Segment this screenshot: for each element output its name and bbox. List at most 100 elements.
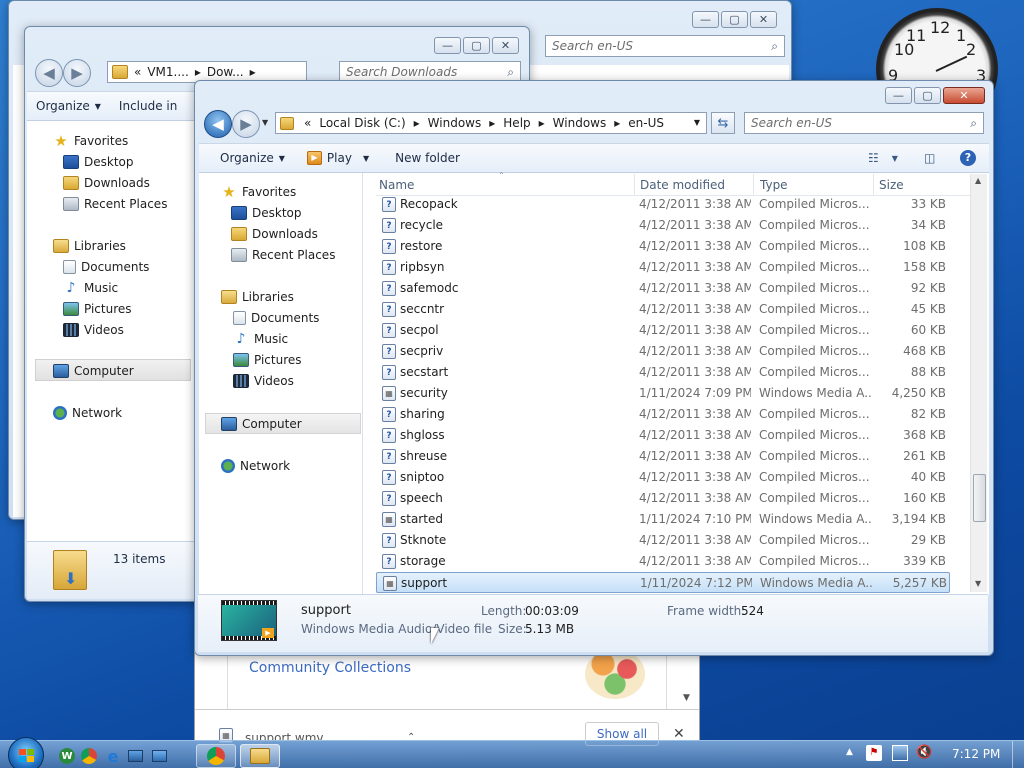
quicklaunch-wordpress-icon[interactable]: W (58, 744, 76, 768)
show-desktop-button[interactable] (1012, 741, 1024, 768)
system-clock[interactable]: 7:12 PM (952, 747, 1000, 761)
nav-network[interactable]: Network (53, 406, 122, 420)
minimize-button[interactable]: — (692, 11, 719, 28)
file-row[interactable]: ? storage 4/12/2011 3:38 AM Compiled Micros… (376, 551, 950, 572)
file-row[interactable]: ? sharing 4/12/2011 3:38 AM Compiled Micros… (376, 404, 950, 425)
nav-videos[interactable]: Videos (233, 374, 294, 388)
quicklaunch-ie-icon[interactable]: e (104, 744, 122, 768)
maximize-button[interactable]: ▢ (914, 87, 941, 104)
file-row[interactable]: ? restore 4/12/2011 3:38 AM Compiled Micros… (376, 236, 950, 257)
forward-button[interactable]: ▶ (232, 110, 260, 138)
nav-libraries[interactable]: Libraries (221, 290, 294, 304)
back-button[interactable]: ◀ (204, 110, 232, 138)
nav-videos[interactable]: Videos (63, 323, 124, 337)
file-row[interactable]: ? ripbsyn 4/12/2011 3:38 AM Compiled Micros… (376, 257, 950, 278)
nav-documents[interactable]: Documents (63, 260, 149, 274)
vertical-scrollbar[interactable]: ▲ ▼ (970, 174, 987, 592)
breadcrumb-local-disk[interactable]: Local Disk (C:) (319, 116, 405, 130)
nav-network[interactable]: Network (221, 459, 290, 473)
nav-recent-places[interactable]: Recent Places (231, 248, 335, 262)
forward-button[interactable]: ▶ (63, 59, 91, 87)
nav-libraries[interactable]: Libraries (53, 239, 126, 253)
show-hidden-icons-button[interactable]: ▲ (846, 747, 853, 757)
new-folder-button[interactable]: New folder (386, 151, 469, 165)
file-row[interactable]: ? shreuse 4/12/2011 3:38 AM Compiled Micros… (376, 446, 950, 467)
nav-music[interactable]: ♪ Music (233, 332, 289, 346)
file-row[interactable]: ? recycle 4/12/2011 3:38 AM Compiled Micros… (376, 215, 950, 236)
nav-computer[interactable]: Computer (53, 364, 134, 378)
address-dropdown-icon[interactable]: ▼ (694, 118, 700, 127)
maximize-button[interactable]: ▢ (721, 11, 748, 28)
back-button[interactable]: ◀ (35, 59, 63, 87)
file-row[interactable]: ? secstart 4/12/2011 3:38 AM Compiled Micro… (376, 362, 950, 383)
quicklaunch-network-icon[interactable] (150, 744, 168, 768)
nav-favorites[interactable]: ★ Favorites (221, 185, 296, 200)
maximize-button[interactable]: ▢ (463, 37, 490, 54)
file-row[interactable]: ▦ started 1/11/2024 7:10 PM Windows Media A… (376, 509, 950, 530)
breadcrumb-en-us[interactable]: en-US (628, 116, 664, 130)
taskbar-explorer-button[interactable] (240, 744, 280, 768)
scroll-up-arrow[interactable]: ▲ (975, 176, 981, 185)
nav-computer[interactable]: Computer (221, 417, 302, 431)
include-in-library-button[interactable]: Include in (110, 99, 186, 113)
breadcrumb[interactable]: Dow... (207, 65, 244, 79)
quicklaunch-show-desktop-icon[interactable] (126, 744, 144, 768)
volume-muted-icon[interactable]: 🔇 (916, 745, 932, 760)
nav-pictures[interactable]: Pictures (63, 302, 132, 316)
action-center-flag-icon[interactable]: ⚑ (866, 745, 882, 761)
start-button[interactable] (8, 737, 44, 768)
nav-desktop[interactable]: Desktop (63, 155, 134, 169)
minimize-button[interactable]: — (434, 37, 461, 54)
file-row[interactable]: ▦ security 1/11/2024 7:09 PM Windows Media … (376, 383, 950, 404)
breadcrumb-windows[interactable]: Windows (428, 116, 482, 130)
file-row[interactable]: ? shgloss 4/12/2011 3:38 AM Compiled Micros… (376, 425, 950, 446)
search-input[interactable]: Search en-US ⌕ (545, 35, 785, 57)
nav-downloads[interactable]: Downloads (231, 227, 318, 241)
network-status-icon[interactable] (892, 745, 908, 761)
breadcrumb-windows-sub[interactable]: Windows (553, 116, 607, 130)
nav-documents[interactable]: Documents (233, 311, 319, 325)
breadcrumb-help[interactable]: Help (503, 116, 530, 130)
nav-favorites[interactable]: ★ Favorites (53, 134, 128, 149)
recent-pages-chevron-icon[interactable]: ▼ (262, 118, 268, 127)
address-overflow[interactable]: « (134, 65, 141, 79)
help-button[interactable]: ? (951, 150, 985, 166)
taskbar-chrome-button[interactable] (196, 744, 236, 768)
file-row[interactable]: ? Recopack 4/12/2011 3:38 AM Compiled Micro… (376, 194, 950, 215)
file-row[interactable]: ? Stknote 4/12/2011 3:38 AM Compiled Micros… (376, 530, 950, 551)
scroll-down-arrow[interactable]: ▼ (683, 693, 690, 703)
details-frame-value[interactable]: 524 (741, 604, 764, 618)
column-header-type[interactable]: Type (760, 178, 870, 192)
file-row[interactable]: ? secpriv 4/12/2011 3:38 AM Compiled Micros… (376, 341, 950, 362)
address-overflow[interactable]: « (304, 116, 311, 130)
close-button[interactable]: ✕ (492, 37, 519, 54)
file-row[interactable]: ? sniptoo 4/12/2011 3:38 AM Compiled Micros… (376, 467, 950, 488)
column-header-size[interactable]: Size (879, 178, 949, 192)
nav-downloads[interactable]: Downloads (63, 176, 150, 190)
refresh-button[interactable]: ⇆ (711, 112, 735, 134)
file-row[interactable]: ? speech 4/12/2011 3:38 AM Compiled Micros.… (376, 488, 950, 509)
nav-desktop[interactable]: Desktop (231, 206, 302, 220)
nav-pictures[interactable]: Pictures (233, 353, 302, 367)
nav-music[interactable]: ♪ Music (63, 281, 119, 295)
column-header-date[interactable]: Date modified (640, 178, 752, 192)
change-view-button[interactable]: ☷ ▼ (859, 151, 907, 165)
organize-button[interactable]: Organize ▼ (27, 99, 110, 113)
details-length-value[interactable]: 00:03:09 (525, 604, 579, 618)
file-row[interactable]: ? safemodc 4/12/2011 3:38 AM Compiled Micro… (376, 278, 950, 299)
breadcrumb[interactable]: VM1.... (147, 65, 188, 79)
close-button[interactable]: ✕ (750, 11, 777, 28)
minimize-button[interactable]: — (885, 87, 912, 104)
nav-recent-places[interactable]: Recent Places (63, 197, 167, 211)
community-collections-link[interactable]: Community Collections (249, 660, 411, 676)
quicklaunch-chrome-icon[interactable] (80, 744, 98, 768)
file-row[interactable]: ▦ support 1/11/2024 7:12 PM Windows Media A… (376, 572, 950, 593)
search-input[interactable]: Search en-US ⌕ (744, 112, 984, 134)
scroll-down-arrow[interactable]: ▼ (975, 579, 981, 588)
play-button[interactable]: ▶ Play ▼ (298, 151, 378, 165)
file-row[interactable]: ? secpol 4/12/2011 3:38 AM Compiled Micros.… (376, 320, 950, 341)
file-row[interactable]: ? seccntr 4/12/2011 3:38 AM Compiled Micros… (376, 299, 950, 320)
close-button[interactable]: ✕ (943, 87, 985, 104)
address-bar[interactable]: « Local Disk (C:) ▸ Windows ▸ Help ▸ Window… (275, 112, 707, 134)
scroll-thumb[interactable] (973, 474, 986, 522)
